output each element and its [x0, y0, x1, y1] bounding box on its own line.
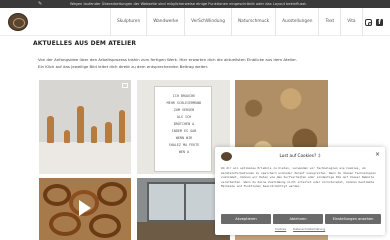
settings-button[interactable]: Einstellungen ansehen [325, 214, 381, 224]
cookie-consent-dialog: Lust auf Cookies? :) × Um dir ein optima… [215, 147, 385, 235]
site-header: Skulpturen Wandwerke VerSchWindung Natur… [0, 8, 390, 36]
atelier-window [147, 182, 222, 222]
sign-line: ICH BRAUCHE [172, 94, 196, 98]
nav-item-verschwindung[interactable]: VerSchWindung [184, 8, 231, 36]
cookie-links: Cookies Datenschutzerklärung [215, 227, 385, 231]
sign-line: ALS ICH [176, 115, 192, 119]
facebook-icon[interactable]: f [376, 19, 383, 26]
nav-item-vita[interactable]: Vita [340, 8, 363, 36]
pretzel [43, 184, 71, 206]
sign-line: BRÖTCHEN A [173, 122, 195, 126]
accept-button[interactable]: Akzeptieren [221, 214, 271, 224]
intro-line-1: Von der Anfangsidee über den Arbeitsproz… [38, 57, 297, 62]
play-icon[interactable] [79, 200, 91, 216]
shelf [39, 142, 131, 174]
intro-line-2: Ein Klick auf das jeweilige Bild leitet … [38, 63, 209, 69]
notice-bar: ✎ Wegen laufender Überarbeitungen der We… [0, 0, 390, 8]
gallery-photo-bread-shelf[interactable] [39, 80, 131, 174]
notice-text: Wegen laufender Überarbeitungen der Webs… [70, 2, 307, 6]
bread-sculpture [119, 110, 125, 143]
section-title: AKTUELLES AUS DEM ATELIER [33, 40, 137, 47]
cookie-text: Um dir ein optimales Erlebnis zu bieten,… [221, 166, 376, 188]
wrench-icon: ✎ [38, 1, 43, 7]
sign-line: WEN A [178, 150, 190, 154]
bread-sculpture [47, 116, 54, 143]
deny-button[interactable]: Ablehnen [273, 214, 323, 224]
bread-sculpture [105, 122, 112, 143]
bread-sculpture [91, 126, 97, 143]
privacy-link[interactable]: Datenschutzerklärung [293, 227, 325, 231]
close-icon[interactable]: × [375, 152, 380, 158]
bread-sculpture [64, 130, 70, 143]
sign-line: INDEM ES GAB [171, 129, 197, 133]
social-links: f [365, 19, 383, 26]
text-sign: ICH BRAUCHE MEHR SCHLEIERMUND ZUM VERGEB… [154, 86, 212, 172]
nav-item-wandwerke[interactable]: Wandwerke [146, 8, 184, 36]
cookie-title: Lust auf Cookies? :) [279, 153, 321, 158]
nav-item-skulpturen[interactable]: Skulpturen [110, 8, 146, 36]
instagram-icon[interactable] [365, 19, 372, 26]
pretzel [49, 212, 81, 236]
intro-text: Von der Anfangsidee über den Arbeitsproz… [38, 57, 338, 70]
gallery-video-pretzels[interactable] [39, 178, 131, 240]
sign-line: WENN WIR [175, 136, 193, 140]
sign-line: SHALEZ MA FEKTE [168, 143, 200, 147]
nav-item-naturschmuck[interactable]: Naturschmuck [230, 8, 275, 36]
gallery-icon [122, 83, 128, 88]
nav-item-ausstellungen[interactable]: Ausstellungen [275, 8, 318, 36]
sign-line: ZUM VERGEB [173, 108, 195, 112]
main-nav: Skulpturen Wandwerke VerSchWindung Natur… [110, 8, 363, 36]
bread-sculpture [77, 106, 84, 143]
nav-item-text[interactable]: Text [318, 8, 340, 36]
site-logo[interactable] [8, 13, 28, 31]
sign-text: ICH BRAUCHE MEHR SCHLEIERMUND ZUM VERGEB… [160, 93, 208, 156]
sign-line: MEHR SCHLEIERMUND [166, 101, 202, 105]
pretzel [89, 214, 121, 238]
cookies-link[interactable]: Cookies [275, 227, 286, 231]
pretzel [97, 182, 127, 206]
